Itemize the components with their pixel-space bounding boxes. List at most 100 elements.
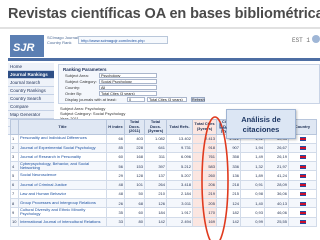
cell-refs-per-doc: 36,06 [264, 188, 289, 200]
cell-total-docs-2011: 60 [124, 207, 145, 218]
cell-total-docs-2011: 228 [124, 142, 145, 153]
cell-title[interactable]: Journal of Research in Personality [18, 151, 107, 163]
cell-total-docs-3y: 264 [144, 179, 167, 190]
cell-h-index: 33 [106, 216, 125, 227]
cell-total-docs-3y: 397 [144, 161, 167, 172]
sidebar-item-country-search[interactable]: Country Search [8, 95, 54, 103]
cell-citable-docs: 358 [216, 151, 241, 163]
cell-total-docs-2011: 128 [124, 170, 145, 181]
cell-refs-per-doc: 46,06 [264, 207, 289, 218]
table-row: 5 Social Neuroscience 29 128 137 5.207 260 136 1… [10, 170, 317, 181]
cell-title[interactable]: Personality and Individual Differences [18, 133, 107, 144]
cell-total-cites: 169 [192, 216, 217, 227]
table-row: 7 Law and Human Behavior 48 50 210 2.184 219 21… [10, 188, 317, 200]
cell-total-cites: 583 [192, 161, 217, 172]
cell-title[interactable]: Law and Human Behavior [18, 188, 107, 200]
country-flag-icon: UK [299, 137, 306, 142]
cell-cites-per-doc: 1,89 [240, 170, 265, 181]
cell-h-index: 29 [106, 170, 125, 181]
cell-h-index: 48 [106, 188, 125, 200]
col-total-cites-header[interactable]: Total Cites (3years) [192, 119, 217, 135]
cell-title[interactable]: Journal of Experimental Social Psycholog… [18, 142, 107, 153]
cell-refs-per-doc: 41,24 [264, 170, 289, 181]
address-bar[interactable]: http://www.scimagojr.com/index.php [78, 36, 168, 44]
cell-title[interactable]: Group Processes and Intergroup Relations [18, 198, 107, 209]
cell-h-index: 26 [106, 198, 125, 209]
scimago-screenshot: SJR SCImago Journal & Country Rank http:… [8, 31, 320, 240]
country-flag-icon: US [299, 164, 306, 169]
cell-country: US [288, 207, 317, 218]
min-display-unit-select[interactable]: Total Cites (3 years) [147, 97, 187, 102]
table-body: 1 Personality and Individual Differences 6… [10, 133, 317, 227]
cell-h-index: 66 [106, 133, 125, 144]
sidebar-item-journal-rankings[interactable]: Journal Rankings [8, 71, 54, 79]
country-flag-icon: US [299, 210, 306, 215]
cell-citable-docs: 182 [216, 207, 241, 218]
cell-total-cites: 761 [192, 151, 217, 163]
cell-total-refs: 13.402 [166, 133, 193, 144]
col-rank-header [10, 119, 19, 135]
cell-cites-per-doc: 0,98 [240, 188, 265, 200]
cell-cites-per-doc: 1,32 [240, 161, 265, 172]
min-display-label: Display journals with at least: [65, 97, 117, 102]
cell-total-docs-3y: 641 [144, 142, 167, 153]
table-row: 4 Cyberpsychology, Behavior, and Social N… [10, 161, 317, 172]
col-total-docs-3y-header[interactable]: Total Docs. (3years) [144, 119, 167, 135]
subject-category-select[interactable]: Social Psychology [99, 79, 157, 84]
cell-total-refs: 2.494 [166, 216, 193, 227]
cell-total-cites: 918 [192, 142, 217, 153]
country-label: Country: [65, 85, 81, 90]
cell-total-refs: 9.731 [166, 142, 193, 153]
cell-title[interactable]: International Journal of Intercultural R… [18, 216, 107, 227]
col-total-refs-header[interactable]: Total Refs. [166, 119, 193, 135]
cell-total-refs: 3.418 [166, 179, 193, 190]
cell-rank: 10 [10, 216, 19, 227]
cell-total-cites: 219 [192, 188, 217, 200]
callout-line-2: citaciones [242, 125, 280, 134]
sidebar-item-map-generator[interactable]: Map Generator [8, 111, 54, 119]
cell-rank: 1 [10, 133, 19, 144]
cell-total-docs-3y: 1.082 [144, 133, 167, 144]
col-total-docs-2011-header[interactable]: Total Docs. (2011) [124, 119, 145, 135]
subject-area-select[interactable]: Psychology [99, 73, 157, 78]
cell-total-cites: 206 [192, 179, 217, 190]
cell-rank: 8 [10, 198, 19, 209]
order-by-select[interactable]: Total Cites (3 years) [99, 91, 157, 96]
cell-h-index: 85 [106, 142, 125, 153]
cell-country: US [288, 198, 317, 209]
sidebar-item-compare[interactable]: Compare [8, 103, 54, 111]
cell-cites-per-doc: 0,91 [240, 179, 265, 190]
min-display-input[interactable]: 0 [127, 97, 145, 102]
cell-total-docs-2011: 168 [124, 151, 145, 163]
title-divider [0, 27, 320, 29]
table-row: 6 Journal of Criminal Justice 48 101 264 3.41… [10, 179, 317, 190]
cell-title[interactable]: Cultural Diversity and Ethnic Minority P… [18, 207, 107, 218]
cell-total-docs-2011: 403 [124, 133, 145, 144]
sjr-logo[interactable]: SJR [10, 35, 44, 57]
country-flag-icon: US [299, 201, 306, 206]
sidebar-item-journal-search[interactable]: Journal Search [8, 79, 54, 87]
country-select[interactable]: All [99, 85, 157, 90]
refresh-button[interactable]: Refresh [191, 97, 205, 102]
cell-rank: 6 [10, 179, 19, 190]
sidebar-item-country-rankings[interactable]: Country Rankings [8, 87, 54, 95]
cell-title[interactable]: Social Neuroscience [18, 170, 107, 181]
cell-rank: 3 [10, 151, 19, 163]
cell-rank: 5 [10, 170, 19, 181]
cell-total-docs-2011: 68 [124, 198, 145, 209]
col-title-header[interactable]: Title [18, 119, 107, 135]
cell-h-index: 48 [106, 179, 125, 190]
cell-citable-docs: 215 [216, 188, 241, 200]
cell-title[interactable]: Journal of Criminal Justice [18, 179, 107, 190]
slide-title: Revistas científicas OA en bases bibliom… [8, 6, 320, 22]
cell-country: UK [288, 216, 317, 227]
cell-total-docs-2011: 50 [124, 188, 145, 200]
country-flag-icon: US [299, 192, 306, 197]
header-divider [8, 58, 320, 61]
cell-title[interactable]: Cyberpsychology, Behavior, and Social Ne… [18, 161, 107, 172]
cell-country: US [288, 188, 317, 200]
table-row: 2 Journal of Experimental Social Psycholo… [10, 142, 317, 153]
sidebar-item-home[interactable]: Home [8, 63, 54, 71]
col-h-index-header[interactable]: H index [106, 119, 125, 135]
sjr-logo-text: SJR [13, 42, 35, 54]
